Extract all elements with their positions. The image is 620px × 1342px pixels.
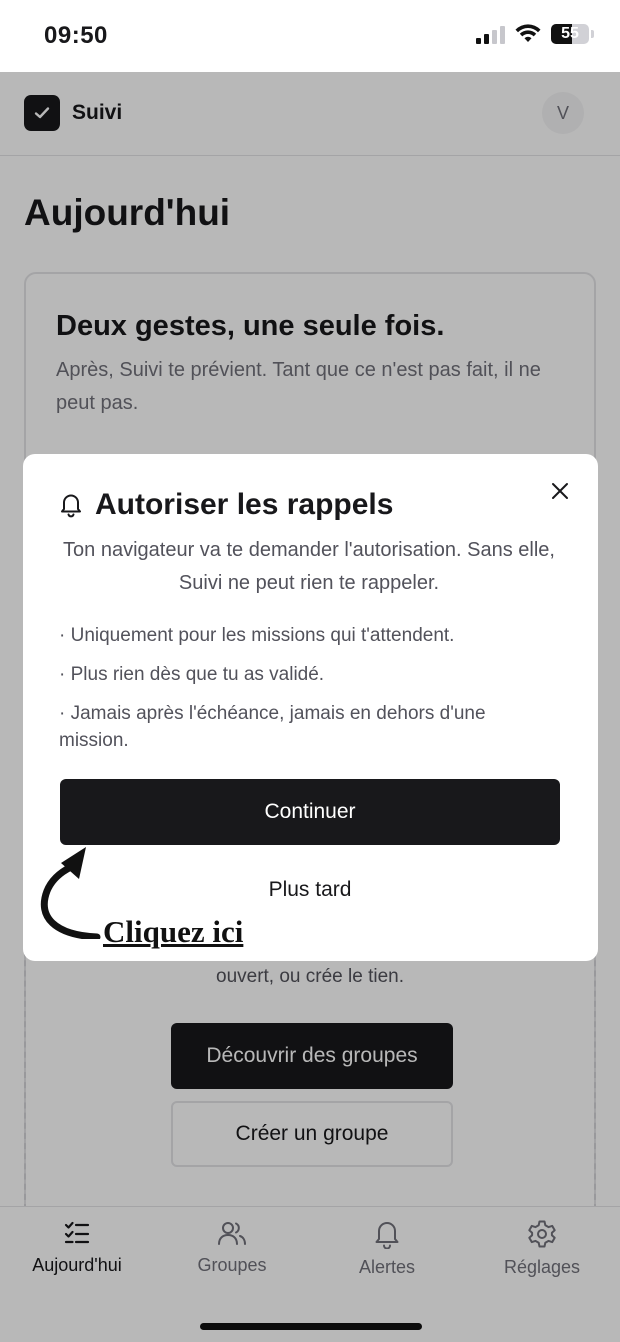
modal-title-row: Autoriser les rappels <box>59 488 393 522</box>
list-item: · Jamais après l'échéance, jamais en deh… <box>59 703 486 751</box>
status-icons: 55 <box>476 24 594 44</box>
modal-description: Ton navigateur va te demander l'autorisa… <box>63 539 555 594</box>
modal-points-list: · Uniquement pour les missions qui t'att… <box>59 622 559 766</box>
status-time: 09:50 <box>44 22 108 49</box>
battery-icon: 55 <box>551 24 589 44</box>
modal-title: Autoriser les rappels <box>95 488 394 521</box>
battery-tip <box>591 30 594 38</box>
continue-button[interactable]: Continuer <box>60 779 560 845</box>
wifi-icon <box>515 24 541 42</box>
battery-level: 55 <box>561 25 579 42</box>
bell-icon <box>61 494 81 518</box>
list-item: · Plus rien dès que tu as validé. <box>59 664 325 685</box>
cellular-signal-icon <box>476 24 505 44</box>
status-bar: 09:50 55 <box>0 0 620 72</box>
list-item: · Uniquement pour les missions qui t'att… <box>59 625 455 646</box>
annotation-text: Cliquez ici <box>103 914 244 949</box>
close-icon[interactable] <box>548 479 572 503</box>
annotation-arrow-icon <box>40 847 101 939</box>
permission-modal: Autoriser les rappels Ton navigateur va … <box>23 454 598 961</box>
